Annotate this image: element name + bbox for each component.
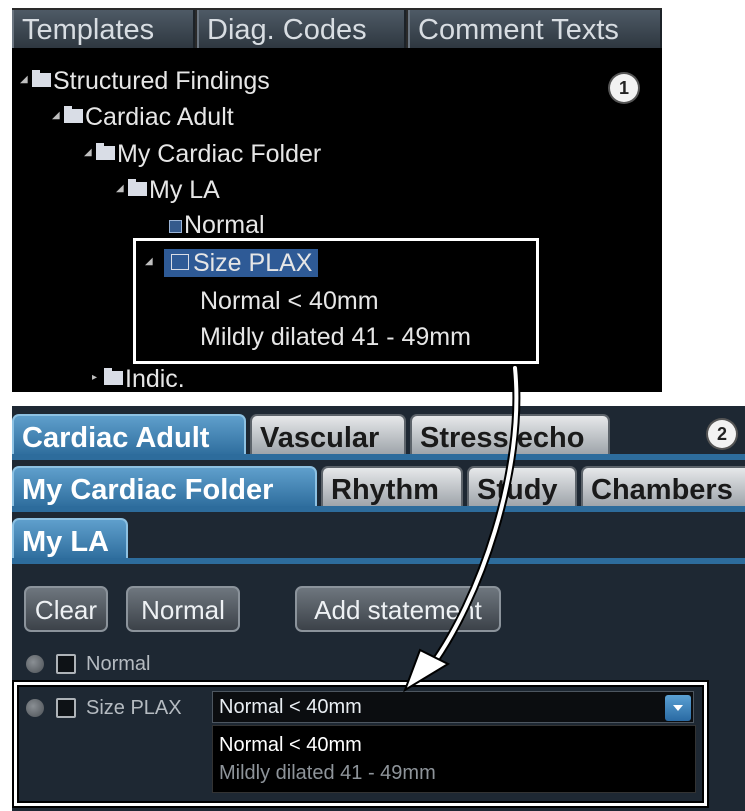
- tab-my-la[interactable]: My LA: [12, 518, 128, 560]
- structured-findings-panel: Cardiac Adult Vascular Stress echo 2 My …: [12, 406, 745, 811]
- tab-row-divider: [12, 454, 745, 460]
- tree-node-label: Indic.: [125, 365, 185, 392]
- tree-node-label: My LA: [149, 176, 220, 204]
- expanded-triangle-icon[interactable]: ◢: [20, 63, 32, 97]
- callout-badge-2: 2: [708, 420, 736, 448]
- collapsed-triangle-icon[interactable]: ▸: [92, 361, 104, 392]
- tab-study[interactable]: Study: [467, 466, 577, 508]
- tab-row-divider: [12, 558, 745, 564]
- panel1-tab-bar: Templates Diag. Codes Comment Texts: [12, 8, 662, 48]
- normal-button[interactable]: Normal: [126, 586, 240, 632]
- tab-diag-codes[interactable]: Diag. Codes: [197, 10, 406, 48]
- folder-icon: [104, 368, 123, 386]
- tree-node-label: Normal: [184, 211, 265, 239]
- expanded-triangle-icon[interactable]: ◢: [84, 136, 96, 170]
- tab-chambers[interactable]: Chambers: [581, 466, 745, 508]
- normal-statement-label: Normal: [86, 653, 151, 675]
- tab-row-divider: [12, 506, 745, 512]
- callout-frame-size-plax: [133, 238, 539, 364]
- tab-stress-echo[interactable]: Stress echo: [410, 414, 610, 456]
- tab-cardiac-adult[interactable]: Cardiac Adult: [12, 414, 246, 456]
- tree-node-my-la[interactable]: ◢ My LA: [116, 173, 220, 207]
- clear-button[interactable]: Clear: [24, 586, 108, 632]
- tab-my-cardiac-folder[interactable]: My Cardiac Folder: [12, 466, 317, 508]
- folder-icon: [64, 106, 83, 124]
- callout-badge-1: 1: [610, 74, 638, 102]
- folder-icon: [96, 143, 115, 161]
- tab-templates[interactable]: Templates: [12, 10, 195, 48]
- tab-comment-texts[interactable]: Comment Texts: [408, 10, 662, 48]
- callout-frame-combo: [14, 682, 707, 806]
- tree-node-label: Structured Findings: [53, 67, 270, 95]
- normal-radio[interactable]: [26, 655, 44, 673]
- tree-node-cardiac-adult[interactable]: ◢ Cardiac Adult: [52, 100, 234, 134]
- folder-icon: [128, 179, 147, 197]
- tree-node-label: My Cardiac Folder: [117, 140, 322, 168]
- checkbox-statement-icon: [169, 219, 182, 233]
- tree-node-normal[interactable]: Normal: [169, 208, 265, 242]
- tree-node-my-cardiac-folder[interactable]: ◢ My Cardiac Folder: [84, 137, 321, 171]
- expanded-triangle-icon[interactable]: ◢: [116, 172, 128, 206]
- tab-vascular[interactable]: Vascular: [250, 414, 406, 456]
- add-statement-button[interactable]: Add statement: [295, 586, 501, 632]
- tree-node-structured-findings[interactable]: ◢ Structured Findings: [20, 64, 270, 98]
- template-browser-panel: Templates Diag. Codes Comment Texts ◢ Str…: [12, 8, 662, 392]
- normal-checkbox[interactable]: [56, 654, 76, 674]
- expanded-triangle-icon[interactable]: ◢: [52, 99, 64, 133]
- tree-node-label: Cardiac Adult: [85, 103, 234, 131]
- tab-rhythm[interactable]: Rhythm: [321, 466, 463, 508]
- folder-icon: [32, 70, 51, 88]
- tree-node-indic[interactable]: ▸ Indic.: [92, 362, 185, 392]
